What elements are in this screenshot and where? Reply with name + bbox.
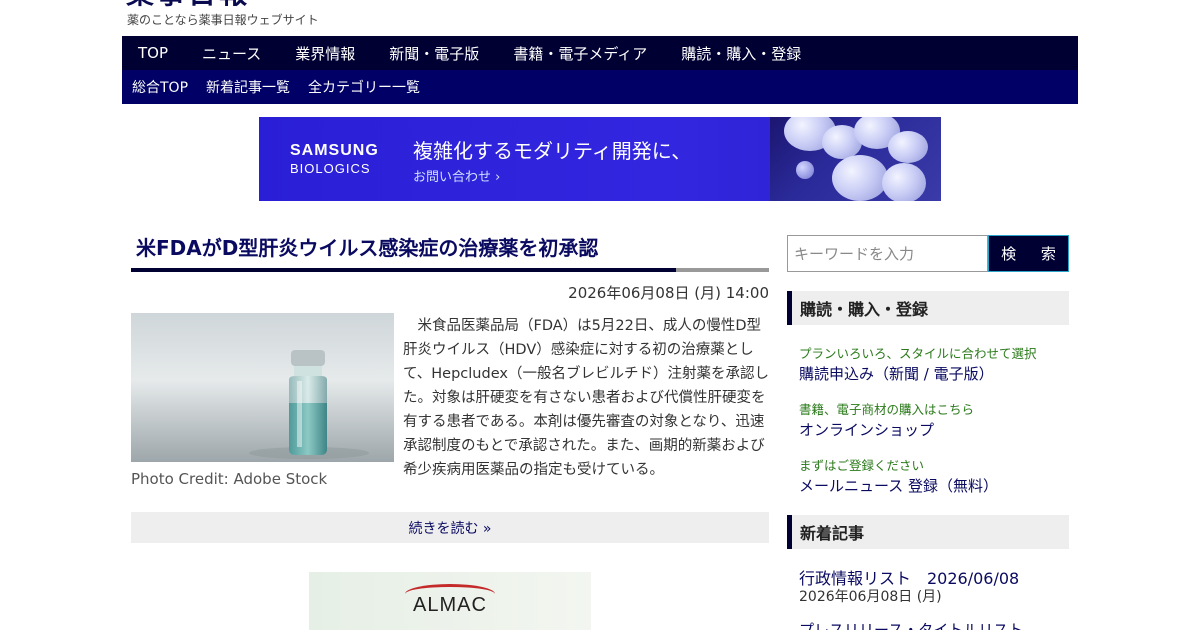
nav-item-industry[interactable]: 業界情報 [295,43,355,64]
nav-item-newspaper[interactable]: 新聞・電子版 [389,43,479,64]
nav-item-books[interactable]: 書籍・電子メディア [513,43,647,64]
news-item-date: 2026年06月08日 (月) [799,589,942,605]
banner-cta-link[interactable]: お問い合わせ › [413,166,500,185]
site-header: 薬事日報 薬のことなら薬事日報ウェブサイト [0,0,1200,36]
search-button[interactable]: 検 索 [988,235,1069,272]
subscribe-note: プランいろいろ、スタイルに合わせて選択 [799,346,1037,361]
banner-ad[interactable]: SAMSUNG BIOLOGICS 複雑化するモダリティ開発に、 お問い合わせ … [259,117,941,201]
article-body: 米食品医薬品局（FDA）は5月22日、成人の慢性D型肝炎ウイルス（HDV）感染症… [403,318,769,478]
nav-item-subscribe[interactable]: 購読・購入・登録 [681,43,801,64]
photo-credit: Photo Credit: Adobe Stock [131,470,328,488]
section-subscribe-heading: 購読・購入・登録 [787,291,1069,325]
shop-note: 書籍、電子商材の購入はこちら [799,402,975,417]
read-more-link[interactable]: 続きを読む » [131,512,769,543]
news-item-link-2[interactable]: プレスリリース・タイトルリスト [799,619,1023,630]
site-logo[interactable]: 薬事日報 [126,0,286,9]
banner-brand-line1: SAMSUNG [290,142,379,159]
almac-ad[interactable]: ALMAC [309,572,591,630]
site-tagline: 薬のことなら薬事日報ウェブサイト [127,13,319,27]
article-title[interactable]: 米FDAがD型肝炎ウイルス感染症の治療薬を初承認 [131,233,769,263]
news-item-clipped: プレスリリース・タイトルリスト [799,619,1059,630]
article-date: 2026年06月08日 (月) 14:00 [568,284,769,302]
section-new-articles-heading: 新着記事 [787,515,1069,549]
subnav-item-top[interactable]: 総合TOP [132,77,188,97]
mail-news-register-link[interactable]: メールニュース 登録（無料） [799,475,998,496]
search-input[interactable] [787,235,988,272]
site-logo-text: 薬事日報 [126,0,250,8]
main-nav: TOP ニュース 業界情報 新聞・電子版 書籍・電子メディア 購読・購入・登録 [122,36,1078,70]
subnav-item-new-articles[interactable]: 新着記事一覧 [206,77,290,97]
subscribe-link[interactable]: 購読申込み（新聞 / 電子版） [799,363,994,384]
nav-item-news[interactable]: ニュース [202,43,261,64]
banner-headline: 複雑化するモダリティ開発に、 [413,139,692,163]
article-photo [131,313,394,462]
banner-molecule-image [770,117,941,201]
sub-nav: 総合TOP 新着記事一覧 全カテゴリー一覧 [122,70,1078,104]
nav-item-top[interactable]: TOP [138,44,168,62]
article: 米FDAがD型肝炎ウイルス感染症の治療薬を初承認 2026年06月08日 (月)… [131,233,769,630]
online-shop-link[interactable]: オンラインショップ [799,419,934,440]
vial-image [249,350,369,459]
title-underline [131,268,769,272]
banner-brand-line2: BIOLOGICS [290,161,371,176]
subnav-item-all-categories[interactable]: 全カテゴリー一覧 [308,77,420,97]
almac-logo-text: ALMAC [413,594,487,616]
mail-note: まずはご登録ください [799,458,925,473]
